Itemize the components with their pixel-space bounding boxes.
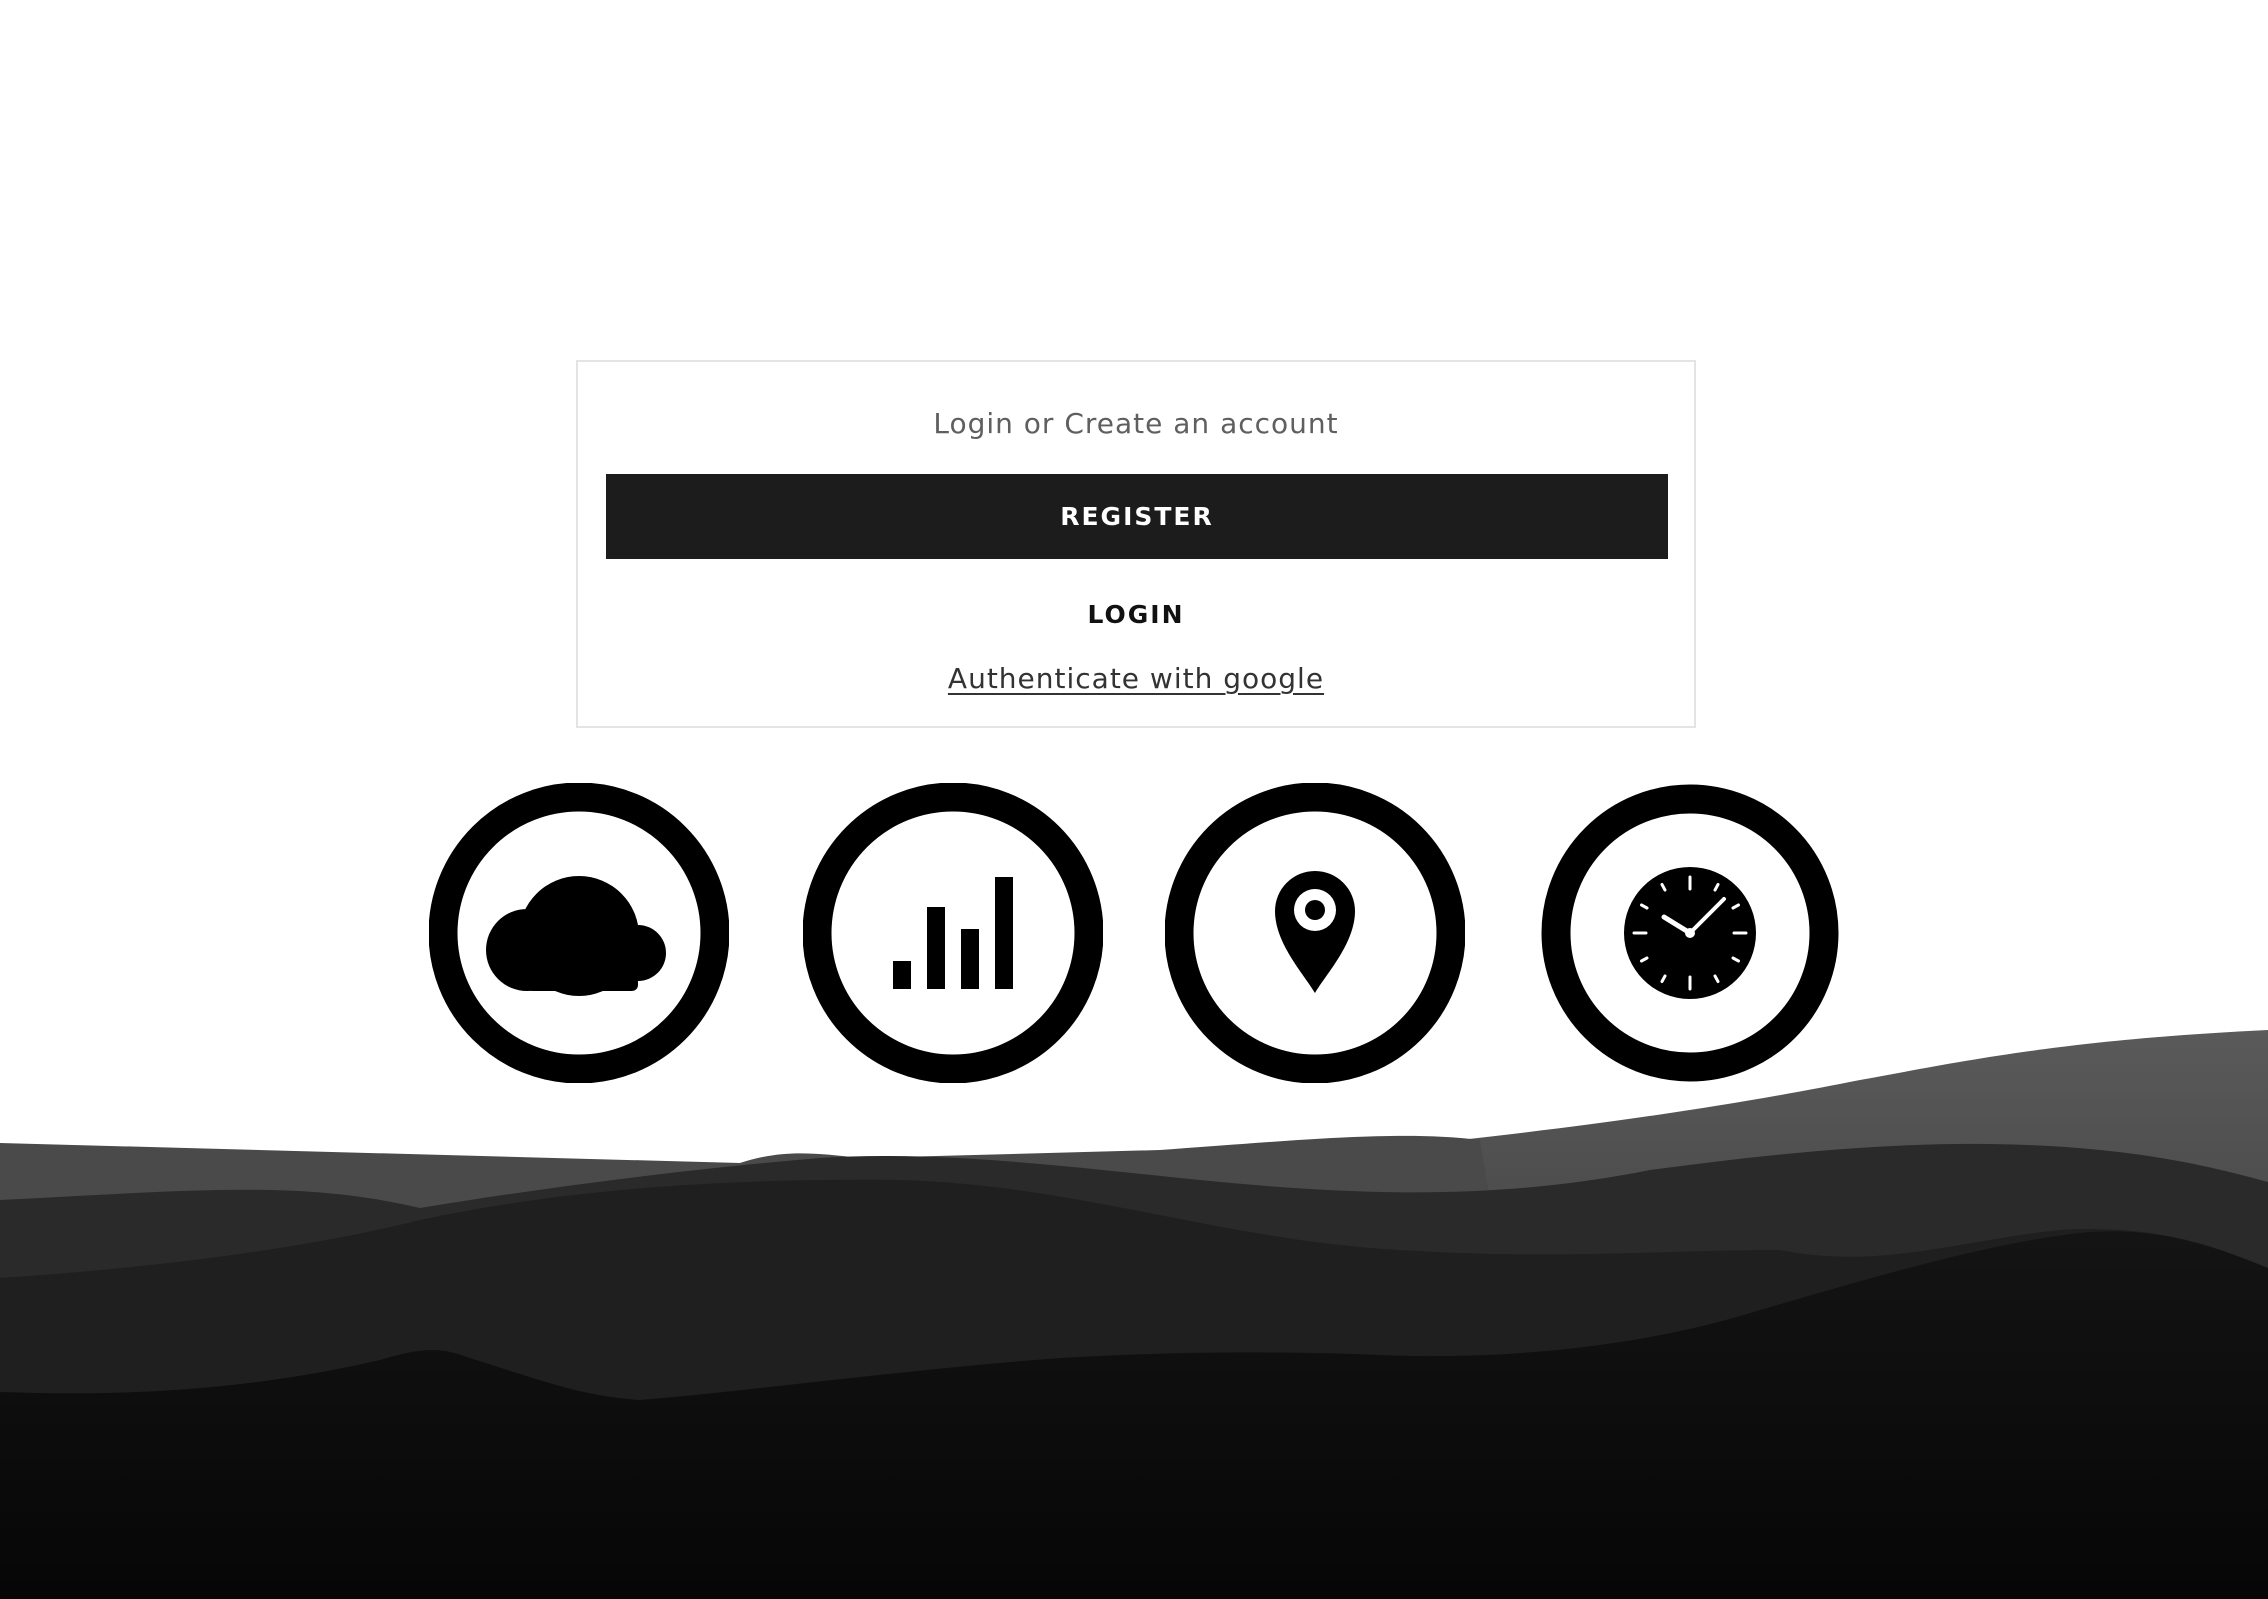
auth-heading: Login or Create an account — [933, 407, 1339, 440]
register-button-label: REGISTER — [1060, 502, 1214, 531]
signal-bars-icon — [803, 783, 1103, 1083]
register-button[interactable]: REGISTER — [606, 474, 1668, 559]
clock-icon — [1540, 783, 1840, 1083]
auth-card: Login or Create an account REGISTER LOGI… — [576, 360, 1696, 728]
google-auth-link[interactable]: Authenticate with google — [578, 660, 1694, 698]
cloud-icon — [429, 783, 729, 1083]
mountain-landscape-background — [0, 1030, 2268, 1599]
location-pin-icon — [1165, 783, 1465, 1083]
login-page: Login or Create an account REGISTER LOGI… — [0, 0, 2268, 1599]
login-button[interactable]: LOGIN — [578, 598, 1694, 632]
